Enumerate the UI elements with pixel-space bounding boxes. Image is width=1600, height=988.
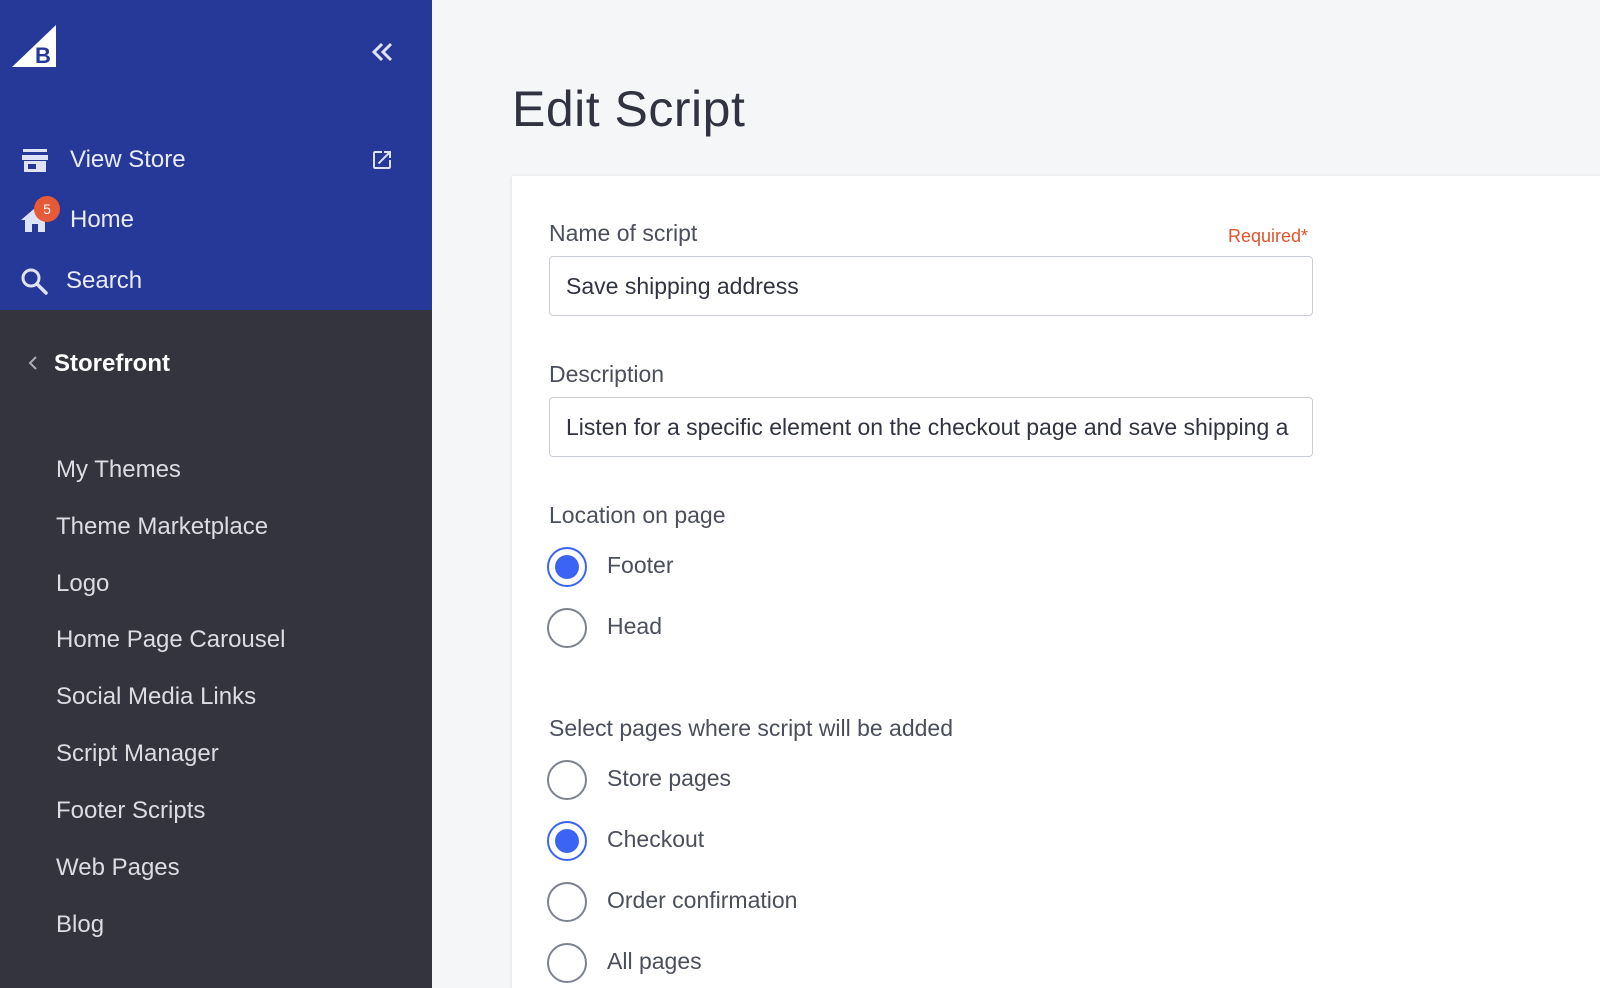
radio-button[interactable] (547, 760, 587, 800)
pages-group-label: Select pages where script will be added (549, 715, 954, 741)
collapse-sidebar-icon[interactable] (368, 38, 396, 66)
sidebar-item-web-pages[interactable]: Web Pages (56, 854, 180, 882)
radio-checkout[interactable]: Checkout (547, 819, 1147, 863)
sidebar-item-label: View Store (70, 146, 186, 173)
radio-label: All pages (607, 948, 702, 974)
sidebar-item-footer-scripts[interactable]: Footer Scripts (56, 797, 205, 825)
notification-badge: 5 (34, 196, 60, 222)
radio-footer[interactable]: Footer (547, 545, 1147, 589)
search-icon (21, 268, 48, 295)
chevron-left-icon (28, 356, 37, 370)
section-title: Storefront (54, 350, 170, 377)
page-title: Edit Script (512, 81, 746, 137)
sidebar-item-theme-marketplace[interactable]: Theme Marketplace (56, 513, 268, 541)
name-field-label: Name of script (549, 220, 698, 246)
radio-button[interactable] (547, 882, 587, 922)
radio-label: Order confirmation (607, 887, 798, 913)
sidebar-item-social-media-links[interactable]: Social Media Links (56, 683, 256, 711)
sidebar-item-home-page-carousel[interactable]: Home Page Carousel (56, 626, 285, 654)
radio-button-checked[interactable] (547, 821, 587, 861)
radio-head[interactable]: Head (547, 606, 1147, 650)
radio-label: Footer (607, 552, 674, 578)
radio-order-confirmation[interactable]: Order confirmation (547, 880, 1147, 924)
store-icon (22, 149, 48, 172)
sidebar-item-home[interactable]: 5 Home (0, 194, 432, 244)
description-field-label: Description (549, 361, 665, 387)
sidebar-item-script-manager[interactable]: Script Manager (56, 740, 219, 768)
radio-button[interactable] (547, 608, 587, 648)
sidebar-item-view-store[interactable]: View Store (0, 134, 432, 184)
bigcommerce-logo[interactable]: B (10, 23, 58, 71)
required-indicator: Required* (1228, 226, 1309, 246)
sidebar-item-my-themes[interactable]: My Themes (56, 456, 181, 484)
svg-text:B: B (35, 43, 51, 68)
location-group-label: Location on page (549, 502, 726, 528)
radio-all-pages[interactable]: All pages (547, 941, 1147, 985)
external-link-icon[interactable] (370, 148, 394, 172)
script-name-input[interactable]: Save shipping address (549, 256, 1313, 316)
sidebar-item-label: Search (66, 267, 143, 294)
radio-label: Checkout (607, 826, 705, 852)
radio-store-pages[interactable]: Store pages (547, 758, 1147, 802)
sidebar: B View Store 5 Home Search Storefront My… (0, 0, 432, 988)
sidebar-item-blog[interactable]: Blog (56, 911, 104, 939)
sidebar-section-storefront[interactable]: Storefront (0, 340, 432, 390)
radio-label: Store pages (607, 765, 732, 791)
radio-button[interactable] (547, 943, 587, 983)
description-input[interactable]: Listen for a specific element on the che… (549, 397, 1313, 457)
sidebar-header: B View Store 5 Home Search (0, 0, 432, 310)
sidebar-item-logo[interactable]: Logo (56, 570, 109, 598)
sidebar-item-label: Home (70, 206, 135, 233)
radio-button-checked[interactable] (547, 547, 587, 587)
radio-label: Head (607, 613, 662, 639)
sidebar-item-search[interactable]: Search (0, 255, 432, 305)
